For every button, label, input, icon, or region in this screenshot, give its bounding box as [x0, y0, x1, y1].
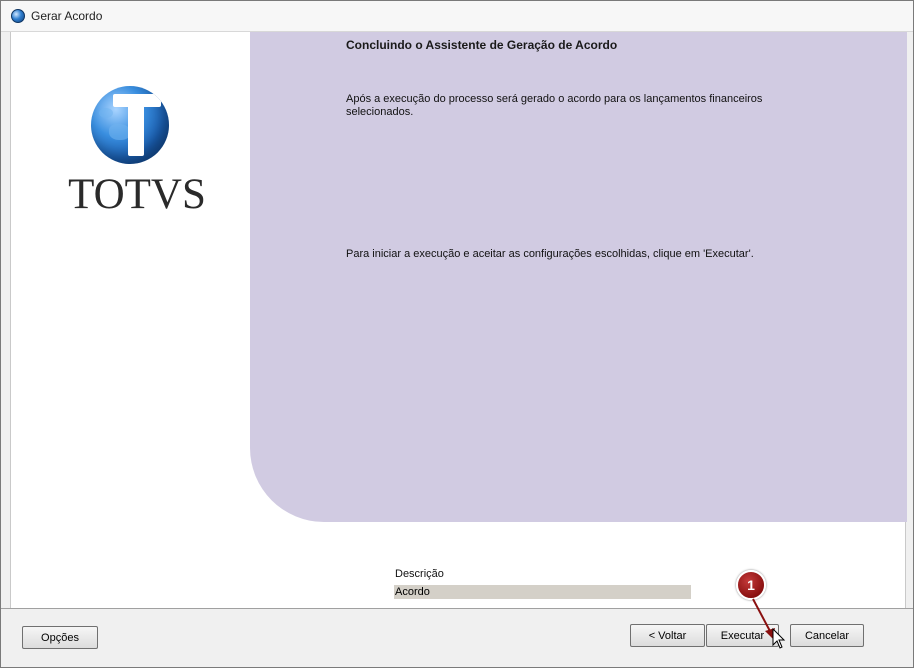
description-label: Descrição: [395, 568, 444, 580]
app-globe-icon: [11, 9, 25, 23]
back-button[interactable]: < Voltar: [630, 624, 705, 647]
wizard-instruction-text: Para iniciar a execução e aceitar as con…: [346, 248, 754, 260]
options-button[interactable]: Opções: [22, 626, 98, 649]
wizard-description-text: Após a execução do processo será gerado …: [346, 93, 763, 118]
title-bar: Gerar Acordo: [1, 1, 913, 32]
totvs-brand-text: TOTVS: [68, 171, 206, 218]
wizard-info-area: Concluindo o Assistente de Geração de Ac…: [250, 32, 907, 522]
description-field: Acordo: [394, 585, 691, 599]
gerar-acordo-window: Gerar Acordo TOTVS Concluindo o Assisten…: [0, 0, 914, 668]
window-title: Gerar Acordo: [31, 9, 103, 23]
cancel-button[interactable]: Cancelar: [790, 624, 864, 647]
wizard-panel: TOTVS Concluindo o Assistente de Geração…: [10, 32, 907, 608]
step-number-badge: 1: [736, 570, 766, 600]
mouse-cursor-icon: [772, 628, 786, 649]
totvs-logo: TOTVS: [11, 32, 249, 252]
wizard-heading: Concluindo o Assistente de Geração de Ac…: [346, 38, 618, 52]
totvs-globe-icon: [91, 86, 169, 164]
